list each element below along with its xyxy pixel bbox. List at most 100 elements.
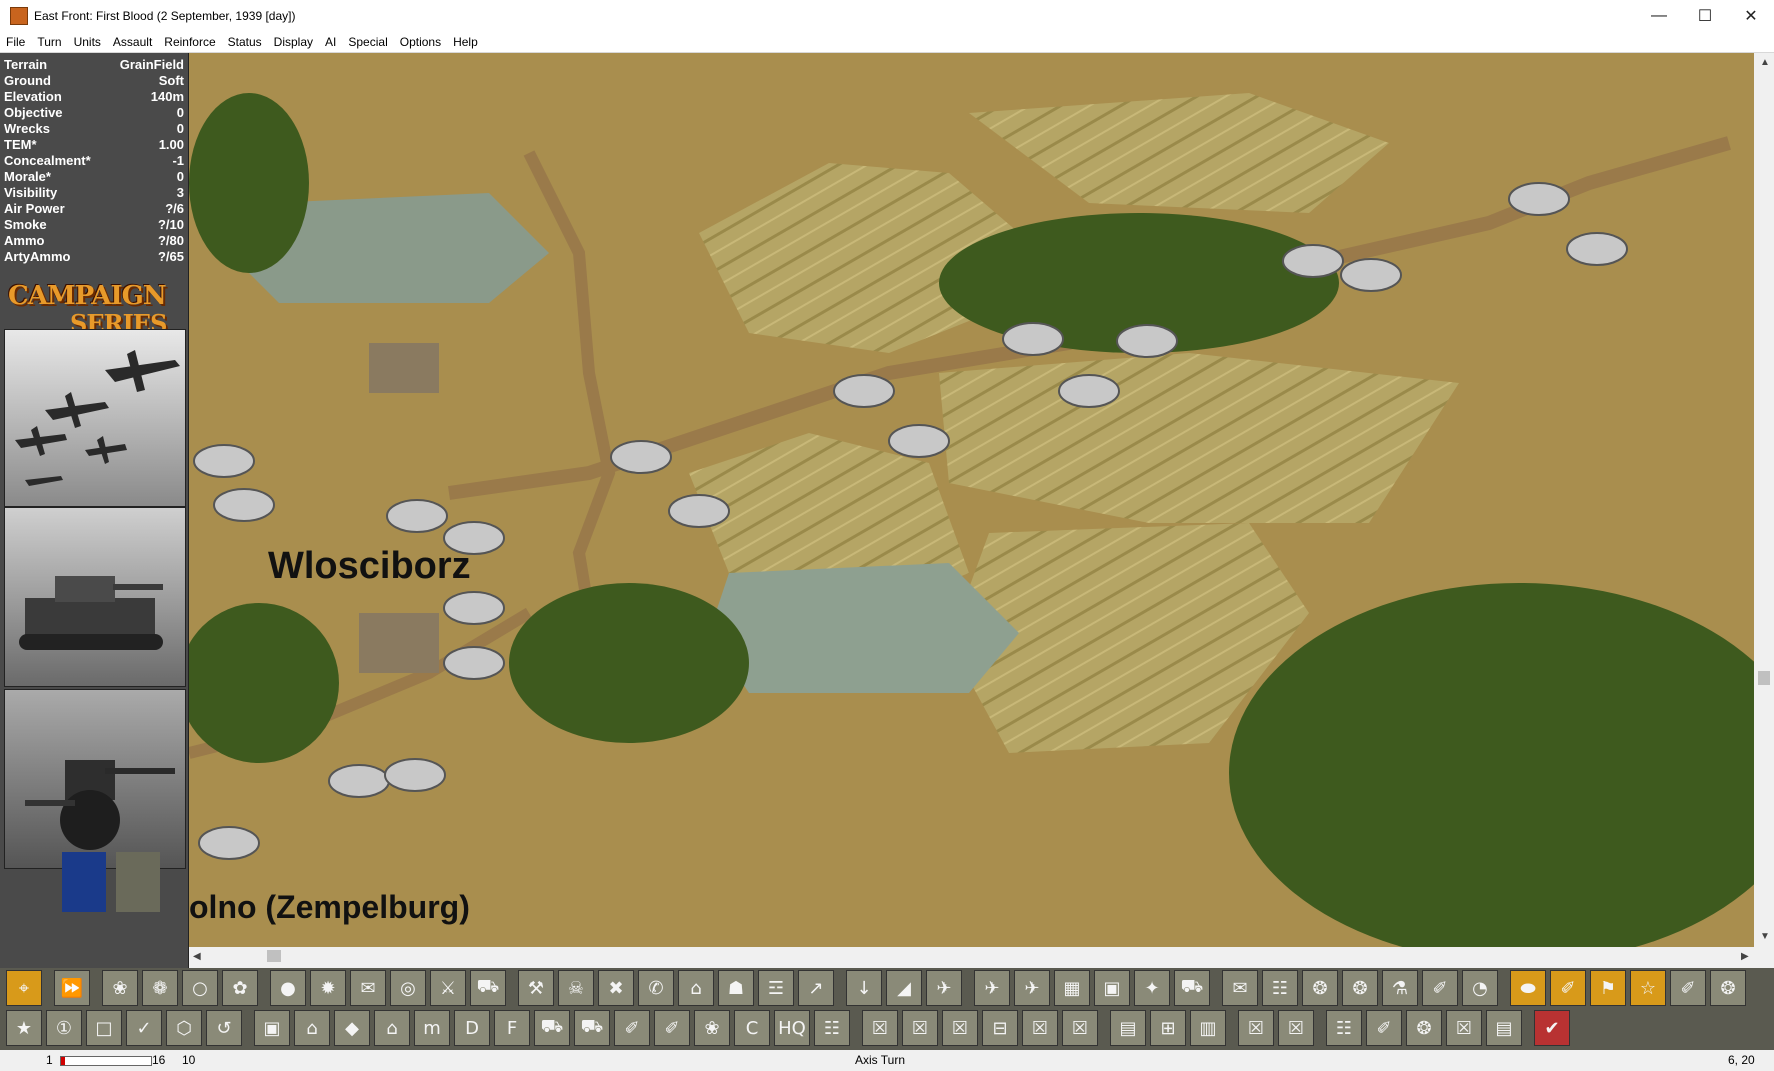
toolbar-button-20[interactable]: ↗ [798, 970, 834, 1006]
horizontal-scroll-thumb[interactable] [267, 950, 281, 962]
unit-counter[interactable] [1508, 182, 1570, 216]
toolbar-button-5[interactable]: ○ [182, 970, 218, 1006]
toolbar-button-18[interactable]: ☗ [718, 970, 754, 1006]
toolbar-button-37[interactable]: ⬬ [1510, 970, 1546, 1006]
toolbar-button-33[interactable]: ❂ [1342, 970, 1378, 1006]
toolbar-button-32[interactable]: ☒ [1278, 1010, 1314, 1046]
toolbar-button-5[interactable]: ⬡ [166, 1010, 202, 1046]
toolbar-button-30[interactable]: ▥ [1190, 1010, 1226, 1046]
toolbar-button-19[interactable]: ☲ [758, 970, 794, 1006]
toolbar-button-29[interactable]: ⛟ [1174, 970, 1210, 1006]
unit-counter[interactable] [198, 826, 260, 860]
toolbar-button-7[interactable]: ▣ [254, 1010, 290, 1046]
unit-counter[interactable] [668, 494, 730, 528]
unit-counter[interactable] [1116, 324, 1178, 358]
scroll-right-icon[interactable]: ▶ [1741, 951, 1749, 962]
unit-counter[interactable] [1566, 232, 1628, 266]
toolbar-button-6[interactable]: ↺ [206, 1010, 242, 1046]
toolbar-button-29[interactable]: ⊞ [1150, 1010, 1186, 1046]
menu-special[interactable]: Special [342, 35, 393, 49]
unit-counter[interactable] [1282, 244, 1344, 278]
toolbar-button-33[interactable]: ☷ [1326, 1010, 1362, 1046]
toolbar-button-1[interactable]: ⌖ [6, 970, 42, 1006]
toolbar-button-9[interactable]: ✉ [350, 970, 386, 1006]
toolbar-button-2[interactable]: ⏩ [54, 970, 90, 1006]
menu-file[interactable]: File [0, 35, 31, 49]
toolbar-button-23[interactable]: ✈ [926, 970, 962, 1006]
unit-counter[interactable] [443, 591, 505, 625]
toolbar-button-31[interactable]: ☷ [1262, 970, 1298, 1006]
toolbar-button-27[interactable]: ▣ [1094, 970, 1130, 1006]
toolbar-button-27[interactable]: ☒ [1062, 1010, 1098, 1046]
toolbar-button-41[interactable]: ✐ [1670, 970, 1706, 1006]
toolbar-button-1[interactable]: ★ [6, 1010, 42, 1046]
toolbar-button-16[interactable]: ✐ [614, 1010, 650, 1046]
toolbar-button-15[interactable]: ✖ [598, 970, 634, 1006]
toolbar-button-12[interactable]: D [454, 1010, 490, 1046]
toolbar-button-36[interactable]: ◔ [1462, 970, 1498, 1006]
toolbar-button-38[interactable]: ✐ [1550, 970, 1586, 1006]
toolbar-button-26[interactable]: ☒ [1022, 1010, 1058, 1046]
scroll-down-icon[interactable]: ▼ [1760, 931, 1770, 942]
toolbar-button-18[interactable]: ❀ [694, 1010, 730, 1046]
toolbar-button-6[interactable]: ✿ [222, 970, 258, 1006]
menu-status[interactable]: Status [222, 35, 268, 49]
toolbar-button-11[interactable]: m [414, 1010, 450, 1046]
toolbar-button-12[interactable]: ⛟ [470, 970, 506, 1006]
toolbar-button-35[interactable]: ❂ [1406, 1010, 1442, 1046]
unit-counter[interactable] [1058, 374, 1120, 408]
menu-display[interactable]: Display [268, 35, 319, 49]
toolbar-button-28[interactable]: ✦ [1134, 970, 1170, 1006]
toolbar-button-35[interactable]: ✐ [1422, 970, 1458, 1006]
toolbar-button-39[interactable]: ⚑ [1590, 970, 1626, 1006]
toolbar-button-28[interactable]: ▤ [1110, 1010, 1146, 1046]
toolbar-button-17[interactable]: ⌂ [678, 970, 714, 1006]
toolbar-button-40[interactable]: ☆ [1630, 970, 1666, 1006]
unit-counter[interactable] [833, 374, 895, 408]
toolbar-button-3[interactable]: □ [86, 1010, 122, 1046]
vertical-scrollbar[interactable]: ▲ ▼ [1755, 53, 1774, 947]
unit-counter[interactable] [1340, 258, 1402, 292]
toolbar-button-22[interactable]: ◢ [886, 970, 922, 1006]
toolbar-button-16[interactable]: ✆ [638, 970, 674, 1006]
scroll-up-icon[interactable]: ▲ [1760, 57, 1770, 68]
toolbar-button-31[interactable]: ☒ [1238, 1010, 1274, 1046]
unit-counter[interactable] [213, 488, 275, 522]
unit-counter[interactable] [384, 758, 446, 792]
toolbar-button-36[interactable]: ☒ [1446, 1010, 1482, 1046]
close-button[interactable]: ✕ [1728, 0, 1774, 32]
toolbar-button-20[interactable]: HQ [774, 1010, 810, 1046]
toolbar-button-34[interactable]: ✐ [1366, 1010, 1402, 1046]
toolbar-button-9[interactable]: ◆ [334, 1010, 370, 1046]
menu-help[interactable]: Help [447, 35, 484, 49]
vertical-scroll-thumb[interactable] [1758, 671, 1770, 685]
minimize-button[interactable]: — [1636, 0, 1682, 32]
toolbar-button-4[interactable]: ❁ [142, 970, 178, 1006]
toolbar-button-19[interactable]: C [734, 1010, 770, 1046]
toolbar-button-24[interactable]: ✈ [974, 970, 1010, 1006]
toolbar-button-13[interactable]: F [494, 1010, 530, 1046]
unit-counter[interactable] [443, 646, 505, 680]
toolbar-button-21[interactable]: ↓ [846, 970, 882, 1006]
toolbar-button-15[interactable]: ⛟ [574, 1010, 610, 1046]
toolbar-button-32[interactable]: ❂ [1302, 970, 1338, 1006]
toolbar-button-38[interactable]: ✔ [1534, 1010, 1570, 1046]
unit-counter[interactable] [386, 499, 448, 533]
toolbar-button-7[interactable]: ● [270, 970, 306, 1006]
unit-counter[interactable] [328, 764, 390, 798]
toolbar-button-4[interactable]: ✓ [126, 1010, 162, 1046]
toolbar-button-25[interactable]: ⊟ [982, 1010, 1018, 1046]
menu-options[interactable]: Options [394, 35, 447, 49]
menu-turn[interactable]: Turn [31, 35, 67, 49]
toolbar-button-17[interactable]: ✐ [654, 1010, 690, 1046]
menu-reinforce[interactable]: Reinforce [158, 35, 221, 49]
toolbar-button-8[interactable]: ⌂ [294, 1010, 330, 1046]
toolbar-button-23[interactable]: ☒ [902, 1010, 938, 1046]
toolbar-button-2[interactable]: ① [46, 1010, 82, 1046]
game-map[interactable]: Wlosciborz olno (Zempelburg) [189, 53, 1754, 947]
toolbar-button-10[interactable]: ◎ [390, 970, 426, 1006]
toolbar-button-24[interactable]: ☒ [942, 1010, 978, 1046]
menu-assault[interactable]: Assault [107, 35, 158, 49]
toolbar-button-22[interactable]: ☒ [862, 1010, 898, 1046]
unit-counter[interactable] [1002, 322, 1064, 356]
